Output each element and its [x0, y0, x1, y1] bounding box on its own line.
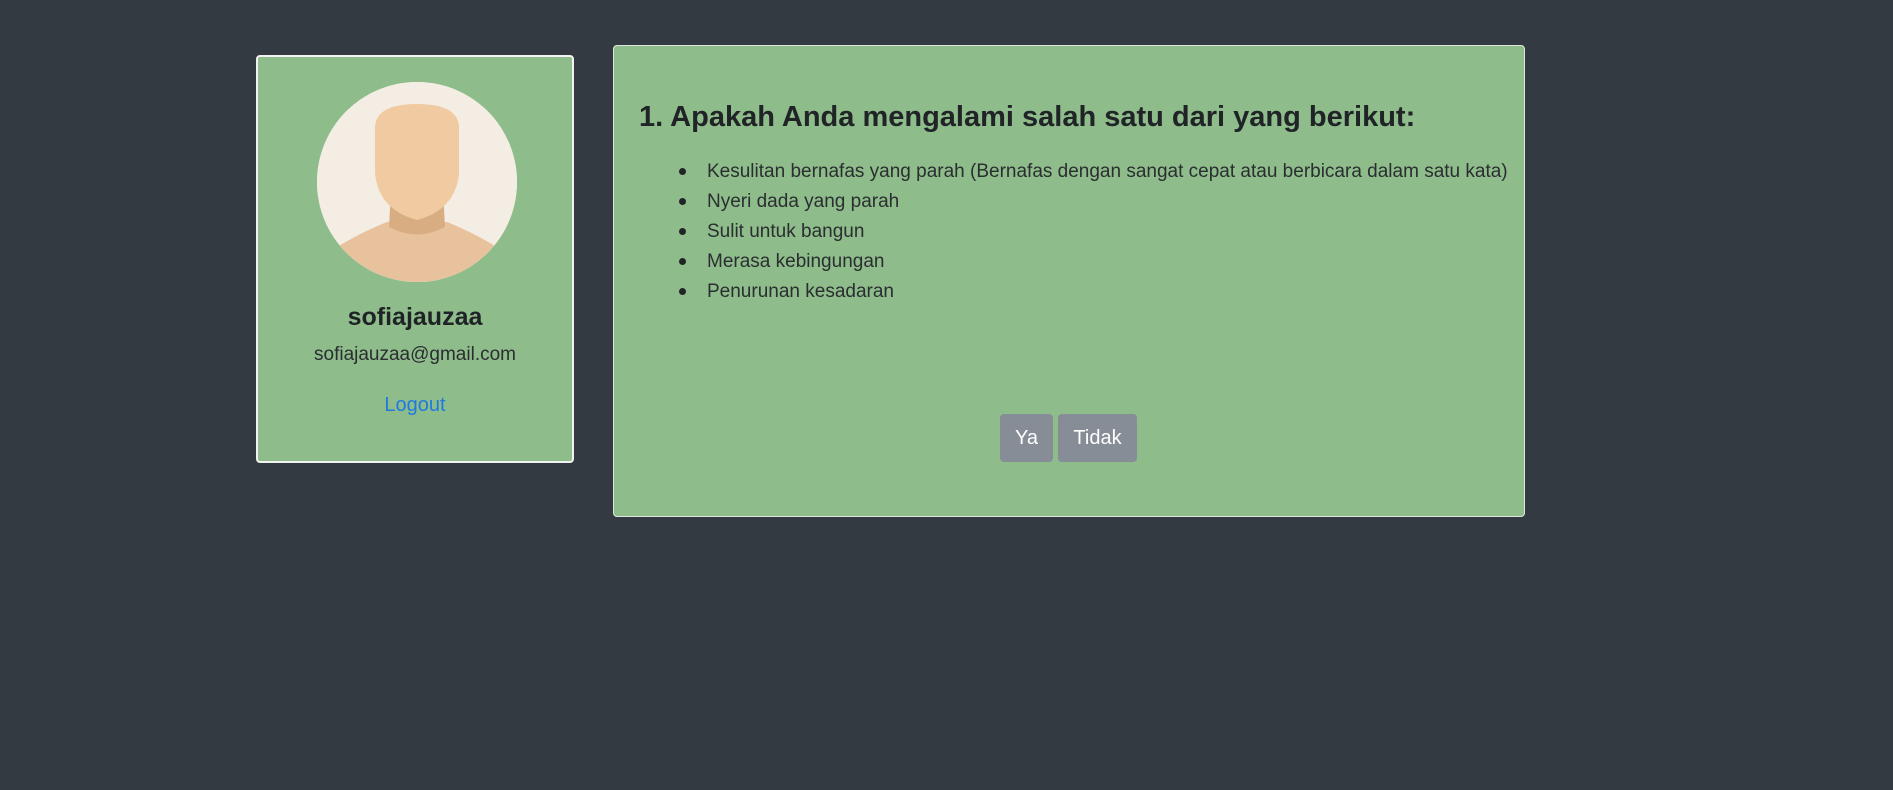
- yes-button[interactable]: Ya: [1000, 414, 1053, 462]
- user-avatar-icon: [317, 82, 517, 282]
- profile-email: sofiajauzaa@gmail.com: [314, 344, 516, 365]
- no-button[interactable]: Tidak: [1058, 414, 1137, 462]
- list-item: Penurunan kesadaran: [679, 277, 1561, 307]
- question-title: 1. Apakah Anda mengalami salah satu dari…: [639, 101, 1416, 133]
- list-item: Sulit untuk bangun: [679, 217, 1561, 247]
- question-card: 1. Apakah Anda mengalami salah satu dari…: [613, 45, 1525, 517]
- list-item: Kesulitan bernafas yang parah (Bernafas …: [679, 157, 1561, 187]
- profile-card: sofiajauzaa sofiajauzaa@gmail.com Logout: [256, 55, 574, 463]
- logout-link[interactable]: Logout: [258, 394, 572, 417]
- profile-username: sofiajauzaa: [347, 303, 483, 331]
- list-item: Nyeri dada yang parah: [679, 187, 1561, 217]
- symptom-list: Kesulitan bernafas yang parah (Bernafas …: [639, 157, 1561, 307]
- list-item: Merasa kebingungan: [679, 247, 1561, 277]
